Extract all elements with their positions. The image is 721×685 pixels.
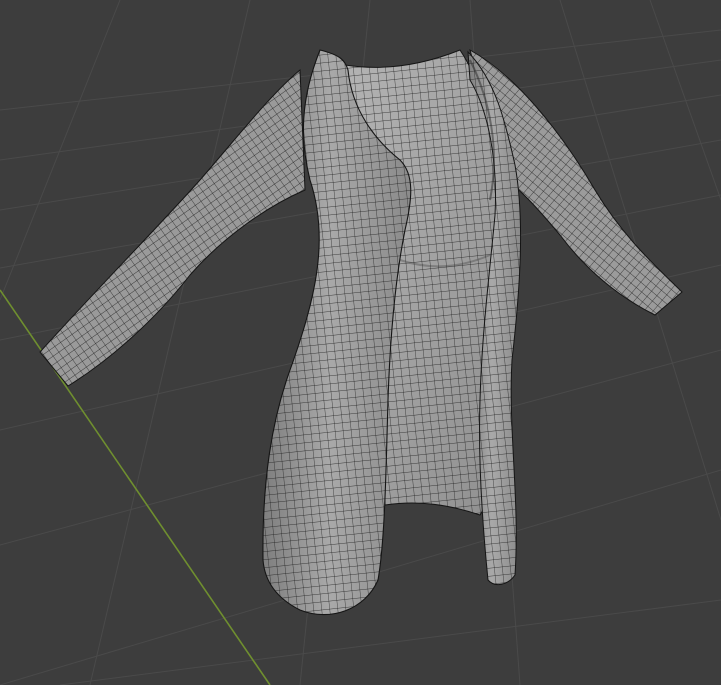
y-axis-line [0,289,271,685]
left-sleeve [39,68,306,387]
3d-viewport[interactable] [0,0,721,685]
cardigan-mesh[interactable] [39,48,683,616]
